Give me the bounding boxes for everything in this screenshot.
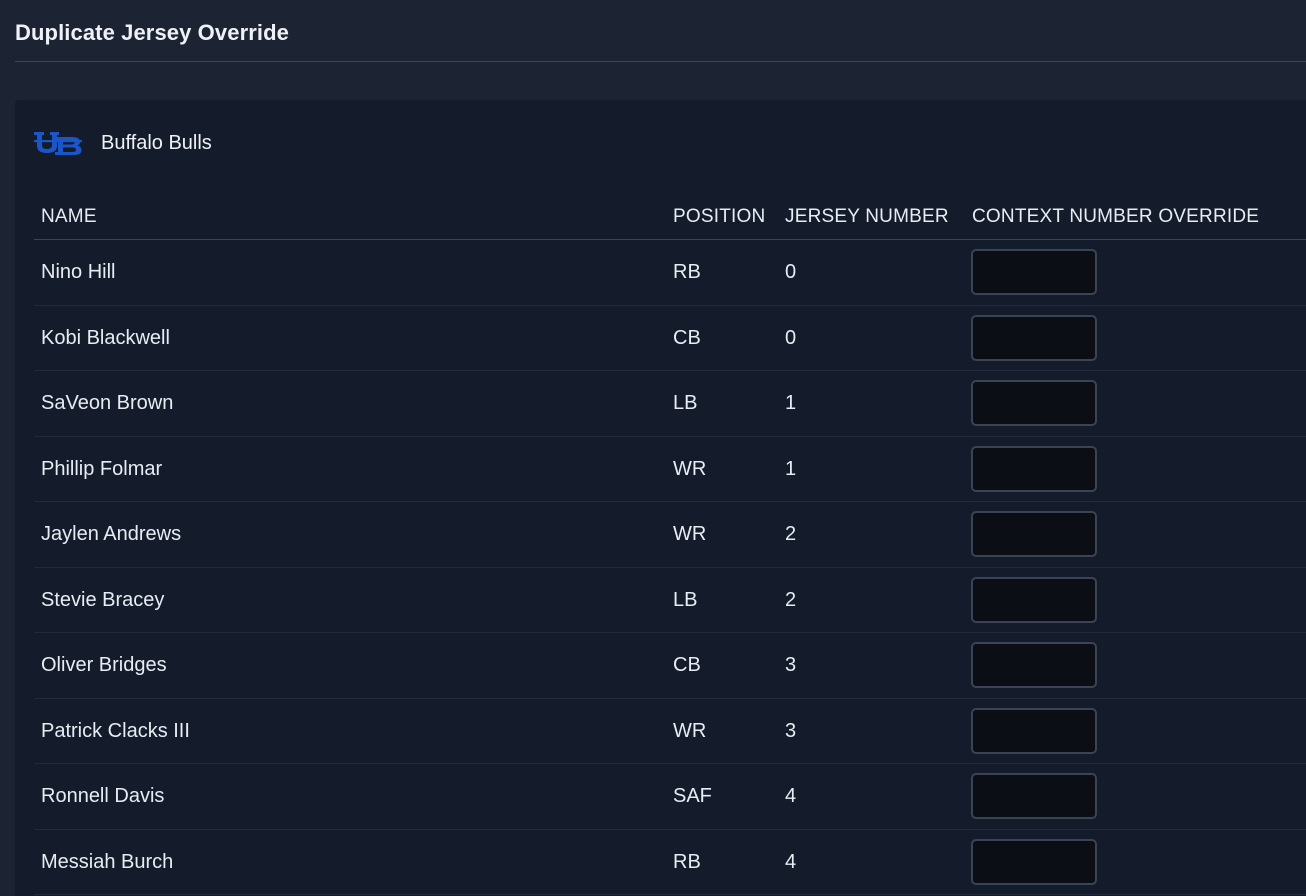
player-position: WR xyxy=(673,457,707,480)
table-header-row: NAME POSITION JERSEY NUMBER CONTEXT NUMB… xyxy=(34,196,1306,240)
column-header-jersey-number[interactable]: JERSEY NUMBER xyxy=(785,206,949,228)
table-row: Stevie Bracey LB 2 xyxy=(34,568,1306,633)
player-jersey-number: 0 xyxy=(785,326,797,349)
player-name: Ronnell Davis xyxy=(41,785,165,807)
table-row: Ronnell Davis SAF 4 xyxy=(34,764,1306,830)
column-header-context-number-override[interactable]: CONTEXT NUMBER OVERRIDE xyxy=(972,206,1259,228)
player-position: LB xyxy=(673,588,698,611)
player-jersey-number: 2 xyxy=(785,588,797,611)
title-divider xyxy=(15,61,1306,62)
team-name: Buffalo Bulls xyxy=(101,131,212,154)
player-jersey-number: 0 xyxy=(785,261,797,283)
context-number-override-input[interactable] xyxy=(971,314,1097,361)
context-number-override-input[interactable] xyxy=(971,249,1097,295)
roster-table: NAME POSITION JERSEY NUMBER CONTEXT NUMB… xyxy=(34,196,1306,895)
context-number-override-input[interactable] xyxy=(971,576,1097,623)
player-position: LB xyxy=(673,392,698,414)
player-jersey-number: 1 xyxy=(785,392,797,414)
player-name: Jaylen Andrews xyxy=(41,523,182,545)
player-name: Patrick Clacks III xyxy=(41,719,190,742)
context-number-override-input[interactable] xyxy=(971,642,1097,688)
player-position: CB xyxy=(673,326,701,349)
player-position: CB xyxy=(673,654,701,676)
table-row: Nino Hill RB 0 xyxy=(34,240,1306,306)
duplicate-jersey-override-page: Duplicate Jersey Override Buffalo Bulls … xyxy=(0,0,1306,896)
player-position: WR xyxy=(673,523,707,545)
player-name: Kobi Blackwell xyxy=(41,326,170,349)
table-row: Patrick Clacks III WR 3 xyxy=(34,699,1306,764)
context-number-override-input[interactable] xyxy=(971,773,1097,819)
player-name: Messiah Burch xyxy=(41,850,174,873)
player-name: Stevie Bracey xyxy=(41,588,165,611)
player-position: RB xyxy=(673,261,701,283)
player-position: WR xyxy=(673,719,707,742)
player-position: RB xyxy=(673,850,701,873)
column-header-position[interactable]: POSITION xyxy=(673,206,765,228)
player-name: Phillip Folmar xyxy=(41,457,163,480)
page-title: Duplicate Jersey Override xyxy=(15,20,289,45)
team-header: Buffalo Bulls xyxy=(34,128,212,158)
player-jersey-number: 3 xyxy=(785,654,797,676)
table-row: Oliver Bridges CB 3 xyxy=(34,633,1306,699)
table-row: Messiah Burch RB 4 xyxy=(34,830,1306,895)
table-body: Nino Hill RB 0 Kobi Blackwell CB 0 SaVeo… xyxy=(34,240,1306,895)
table-row: Phillip Folmar WR 1 xyxy=(34,437,1306,502)
player-jersey-number: 4 xyxy=(785,785,797,807)
player-name: Oliver Bridges xyxy=(41,654,167,676)
player-name: Nino Hill xyxy=(41,261,116,283)
context-number-override-input[interactable] xyxy=(971,380,1097,426)
context-number-override-input[interactable] xyxy=(971,838,1097,885)
team-panel: Buffalo Bulls NAME POSITION JERSEY NUMBE… xyxy=(15,100,1306,896)
table-row: SaVeon Brown LB 1 xyxy=(34,371,1306,437)
player-name: SaVeon Brown xyxy=(41,392,174,414)
table-row: Jaylen Andrews WR 2 xyxy=(34,502,1306,568)
ub-logo-icon xyxy=(34,132,82,155)
context-number-override-input[interactable] xyxy=(971,445,1097,492)
player-position: SAF xyxy=(673,785,712,807)
context-number-override-input[interactable] xyxy=(971,707,1097,754)
context-number-override-input[interactable] xyxy=(971,511,1097,557)
column-header-name[interactable]: NAME xyxy=(41,206,97,228)
table-row: Kobi Blackwell CB 0 xyxy=(34,306,1306,371)
player-jersey-number: 4 xyxy=(785,850,797,873)
player-jersey-number: 2 xyxy=(785,523,797,545)
player-jersey-number: 1 xyxy=(785,457,797,480)
player-jersey-number: 3 xyxy=(785,719,797,742)
